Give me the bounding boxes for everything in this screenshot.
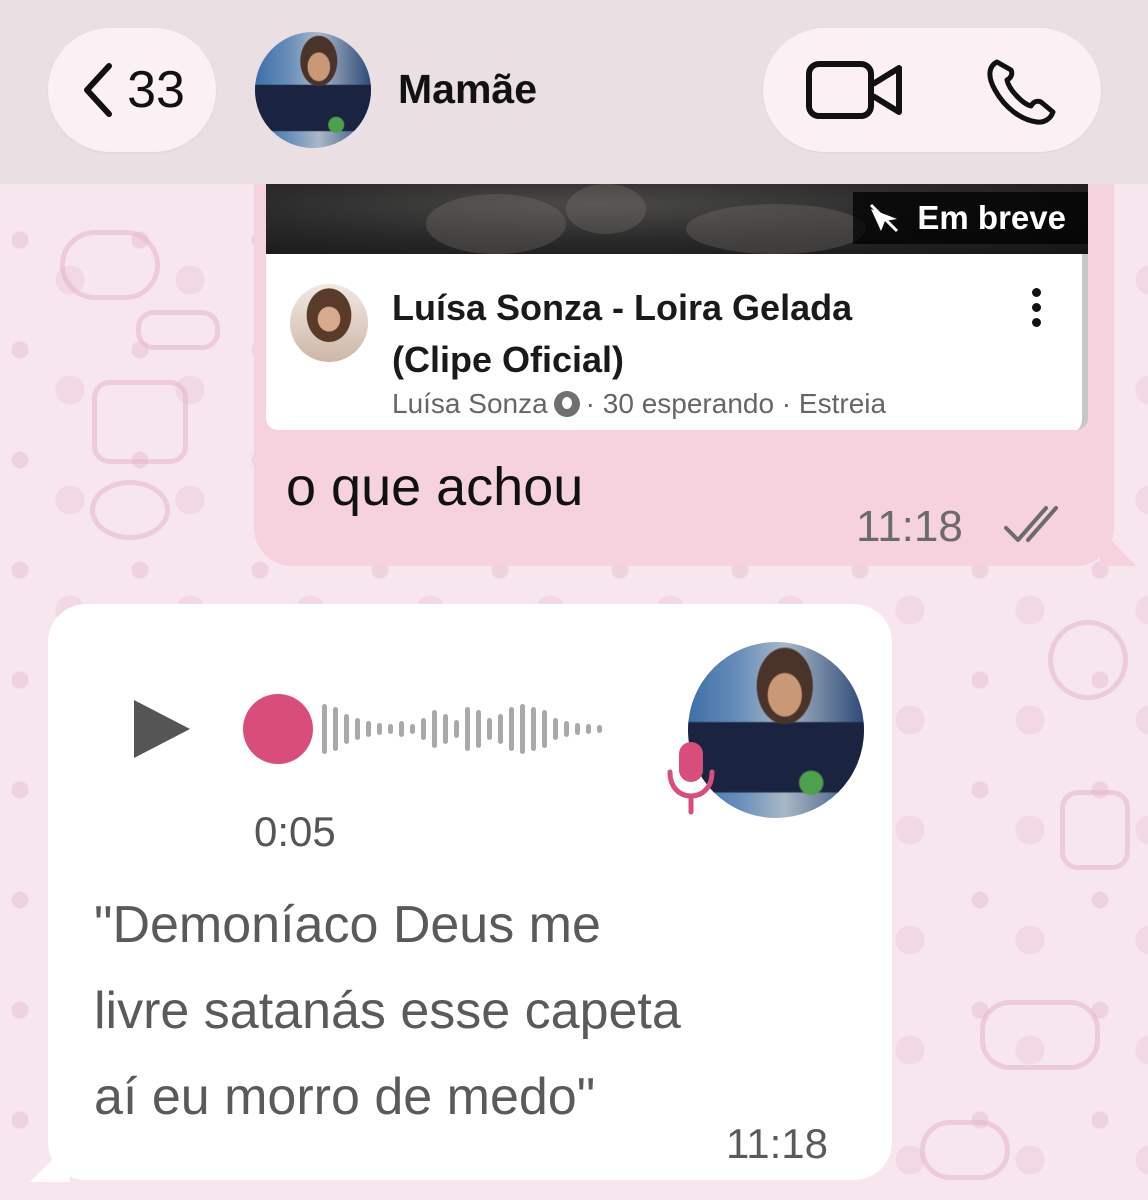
phone-icon[interactable] <box>983 56 1063 126</box>
message-time: 11:18 <box>856 502 963 551</box>
waveform-bar <box>432 710 437 748</box>
waveform-bar <box>586 724 591 734</box>
waveform-bar <box>487 718 492 740</box>
premiere-label: Em breve <box>917 199 1066 236</box>
waveform-bar <box>476 710 481 748</box>
chevron-left-icon <box>84 63 113 117</box>
waveform-bar <box>597 725 602 733</box>
waveform-bar <box>553 718 558 740</box>
back-button[interactable]: 33 <box>48 28 216 152</box>
play-icon[interactable] <box>130 696 194 762</box>
wallpaper-doodle <box>920 1120 1010 1180</box>
waveform-bar <box>454 720 459 738</box>
wallpaper-doodle <box>1048 620 1128 700</box>
voice-duration: 0:05 <box>254 808 336 855</box>
waveform-bar <box>465 707 470 751</box>
message-text: o que achou <box>286 457 584 517</box>
playback-knob[interactable] <box>243 694 313 764</box>
waveform-bar <box>366 721 371 737</box>
waveform-bar <box>531 707 536 751</box>
waveform-bar <box>399 721 404 737</box>
waveform-bar <box>333 707 338 751</box>
call-actions <box>763 28 1101 152</box>
waveform-bar <box>498 714 503 744</box>
transcript-line: "Demoníaco Deus me <box>94 896 601 954</box>
link-preview-card[interactable]: Luísa Sonza - Loira Gelada (Clipe Oficia… <box>266 254 1088 430</box>
audio-waveform[interactable] <box>242 692 622 766</box>
waveform-bar <box>564 721 569 737</box>
incoming-voice-message[interactable]: 0:05 "Demoníaco Deus me livre satanás es… <box>48 604 892 1180</box>
waveform-bar <box>443 714 448 744</box>
video-title[interactable]: Luísa Sonza - Loira Gelada (Clipe Oficia… <box>392 282 1012 386</box>
waveform-bar <box>421 718 426 740</box>
chat-header: 33 Mamãe <box>0 0 1148 184</box>
waveform-bar <box>322 704 327 754</box>
wallpaper-doodle <box>1060 790 1130 870</box>
waveform-bar <box>377 723 382 735</box>
message-time: 11:18 <box>726 1120 828 1167</box>
voice-transcript: "Demoníaco Deus me livre satanás esse ca… <box>94 882 854 1140</box>
waveform-bar <box>344 714 349 744</box>
contact-avatar[interactable] <box>255 32 371 148</box>
video-stats: · 30 esperando · Estreia <box>585 388 887 419</box>
read-ticks-icon <box>1004 506 1058 542</box>
contact-name[interactable]: Mamãe <box>398 66 537 113</box>
wallpaper-doodle <box>136 310 220 350</box>
video-thumbnail[interactable]: Em breve <box>266 184 1088 254</box>
video-call-icon[interactable] <box>805 58 905 122</box>
unread-count: 33 <box>127 61 185 119</box>
waveform-bar <box>388 724 393 734</box>
channel-avatar[interactable] <box>290 284 368 362</box>
outgoing-message-bubble[interactable]: Em breve Luísa Sonza - Loira Gelada (Cli… <box>254 184 1114 566</box>
video-title-line1: Luísa Sonza - Loira Gelada <box>392 287 853 328</box>
video-meta: Luísa Sonza · 30 esperando · Estreia <box>392 388 886 420</box>
waveform-bar <box>520 704 525 754</box>
channel-name: Luísa Sonza <box>392 388 548 419</box>
microphone-icon <box>667 742 715 815</box>
more-options-icon[interactable] <box>1030 288 1042 328</box>
waveform-bar <box>575 723 580 735</box>
waveform-bar <box>509 707 514 751</box>
verified-artist-icon <box>553 391 580 417</box>
waveform-bar <box>355 718 360 740</box>
wallpaper-doodle <box>980 1000 1100 1070</box>
wallpaper-doodle <box>92 380 188 464</box>
video-title-line2: (Clipe Oficial) <box>392 339 625 380</box>
wallpaper-doodle <box>90 480 170 540</box>
transcript-line: livre satanás esse capeta <box>94 982 681 1040</box>
waveform-bar <box>542 710 547 748</box>
waveform-bar <box>410 724 415 734</box>
premiere-icon <box>870 203 899 233</box>
premiere-badge: Em breve <box>853 192 1088 244</box>
wallpaper-doodle <box>60 230 160 300</box>
